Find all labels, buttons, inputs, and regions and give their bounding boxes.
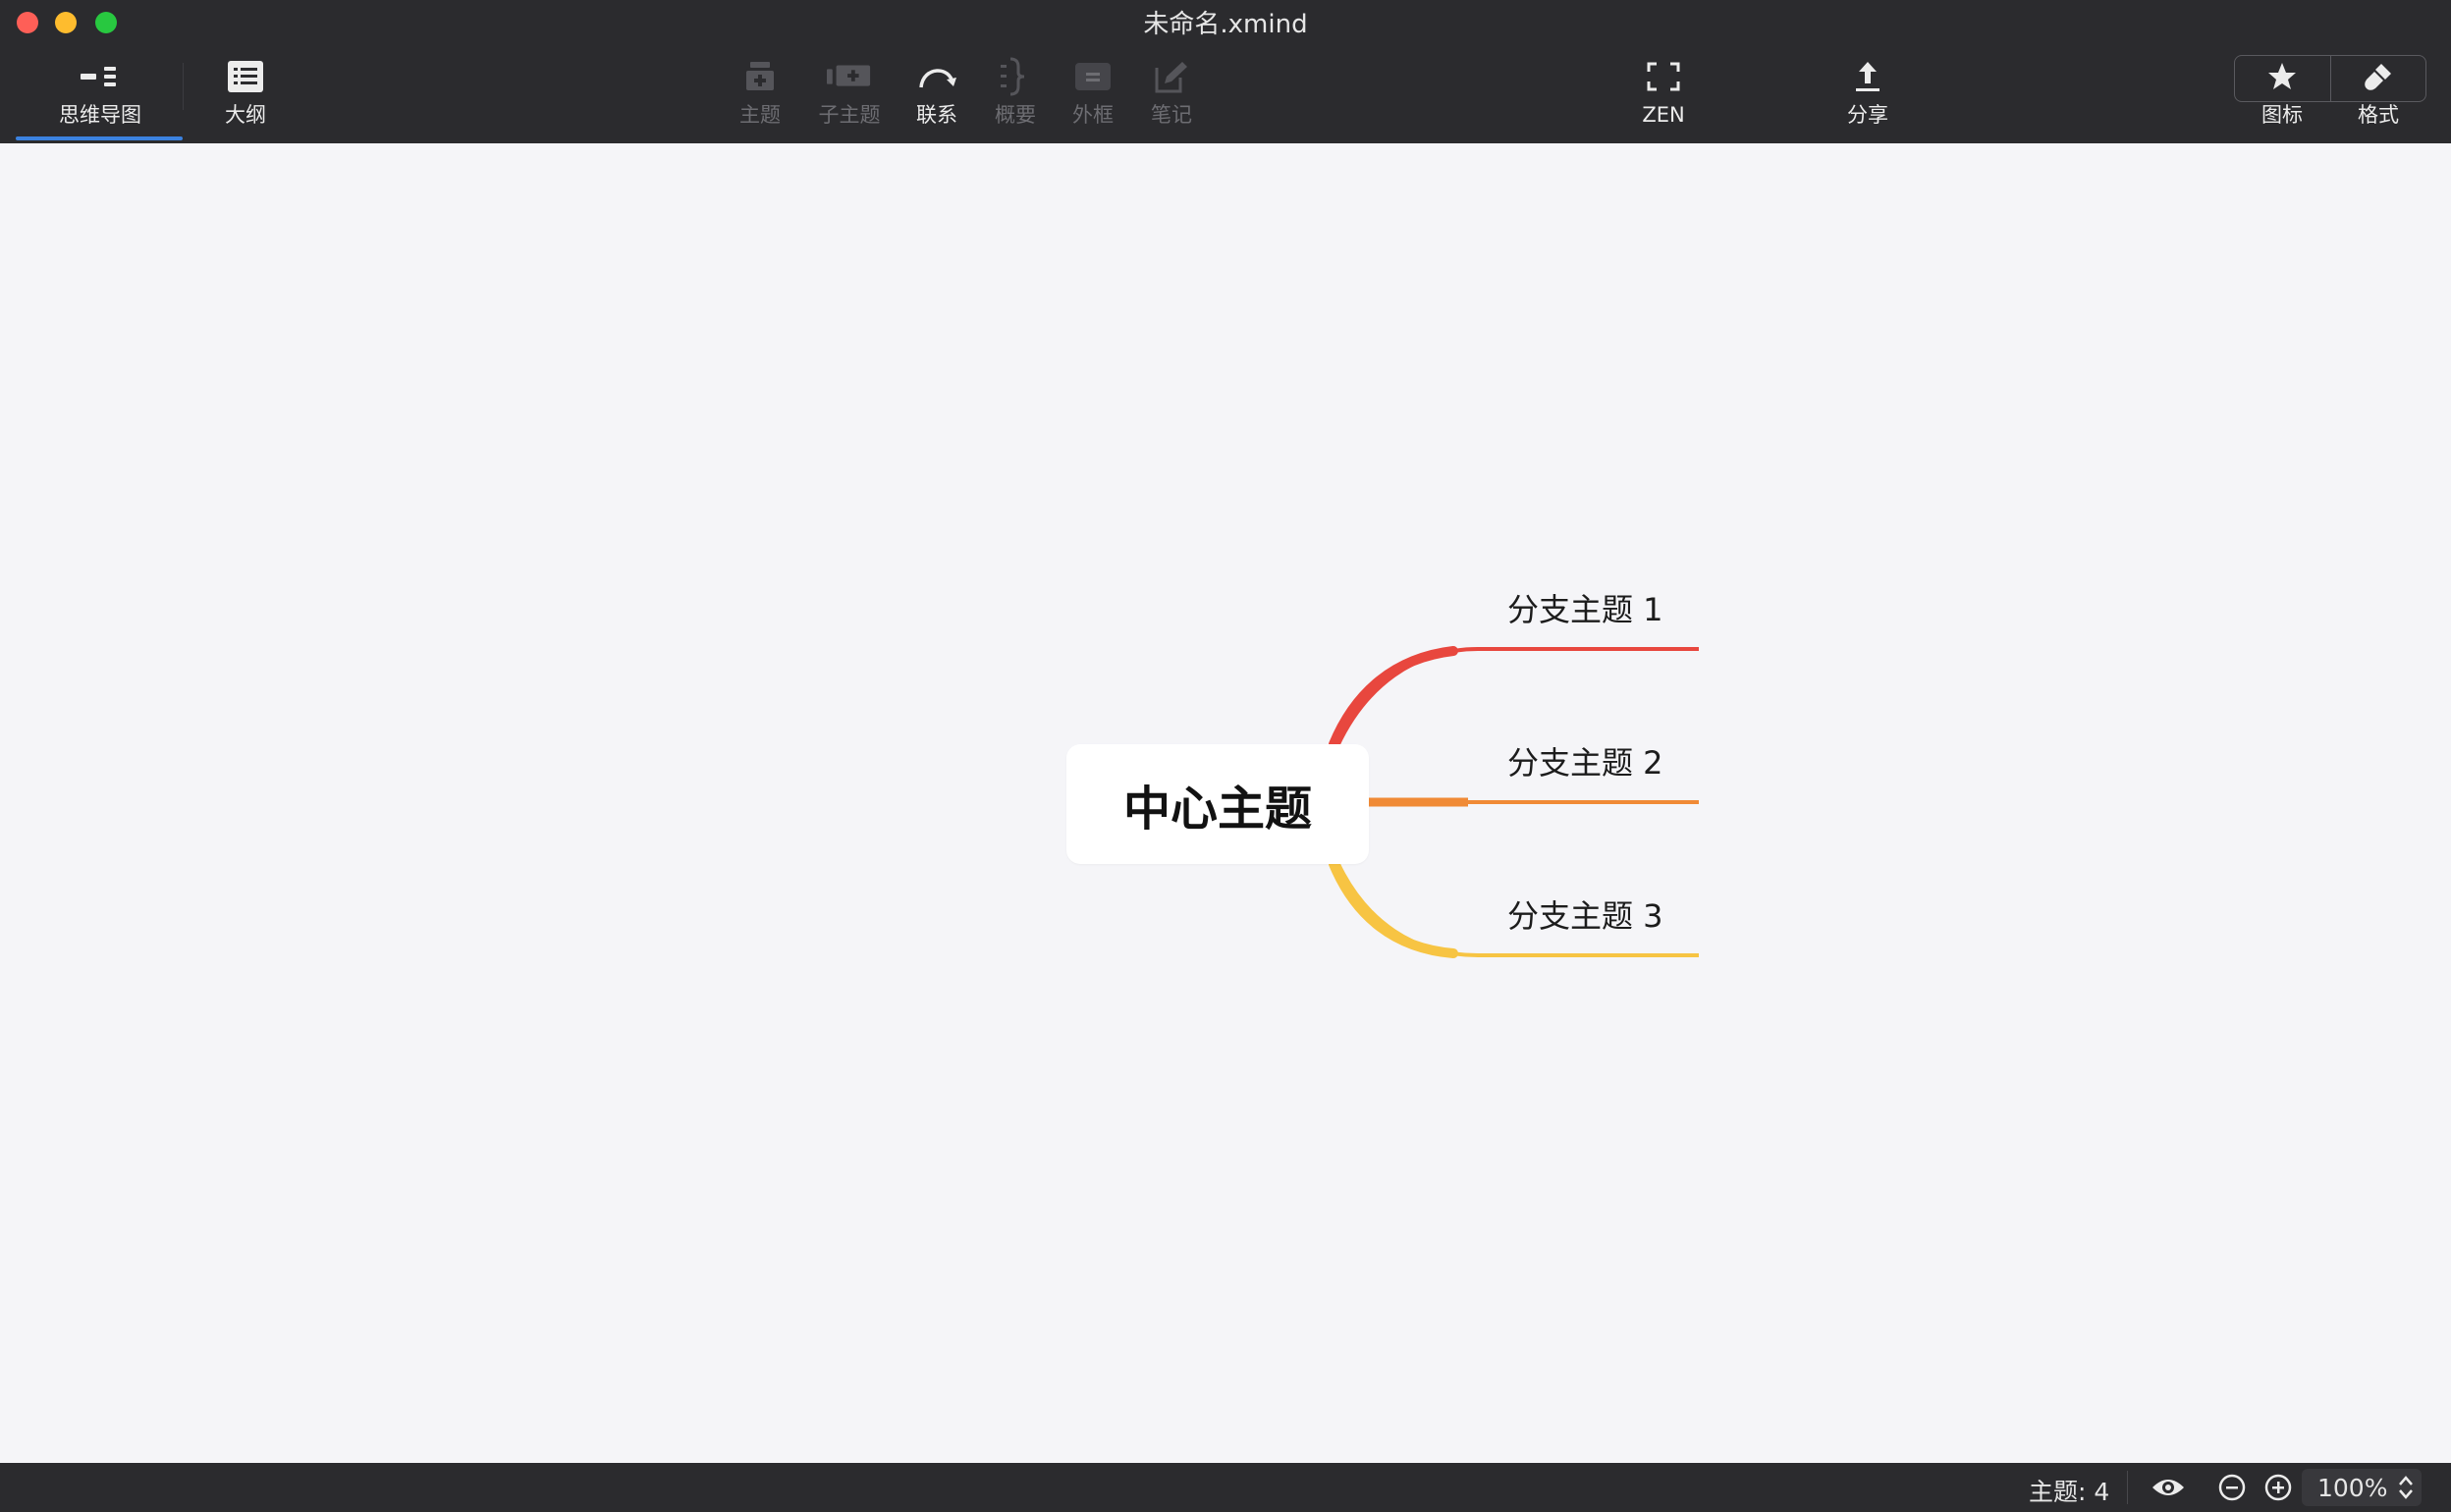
branch-topic-2[interactable]: 分支主题 2 <box>1507 738 1663 783</box>
zoom-level-select[interactable]: 100% <box>2302 1469 2422 1506</box>
zoom-in-icon[interactable] <box>2263 1472 2293 1503</box>
branch-connector-1-taper <box>1329 646 1458 749</box>
branch-connector-3-taper <box>1329 859 1458 958</box>
zoom-out-icon[interactable] <box>2217 1472 2247 1503</box>
branch-topic-1[interactable]: 分支主题 1 <box>1507 585 1663 630</box>
status-bar: 主题: 4 100% <box>0 1463 2451 1512</box>
status-divider <box>2127 1471 2128 1504</box>
eye-icon[interactable] <box>2151 1472 2185 1503</box>
branch-topic-3[interactable]: 分支主题 3 <box>1507 891 1663 937</box>
stepper-arrows-icon <box>2398 1474 2414 1507</box>
topic-count: 主题: 4 <box>2029 1478 2110 1506</box>
zoom-level-value: 100% <box>2317 1473 2388 1502</box>
branch-connector-1 <box>1335 647 1699 747</box>
central-topic[interactable]: 中心主题 <box>1066 744 1369 864</box>
